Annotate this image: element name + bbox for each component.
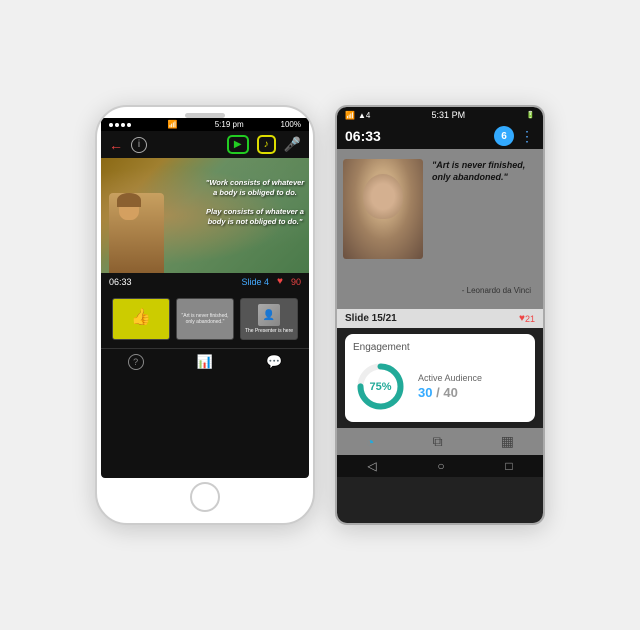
android-nav: ◁ ○ □ bbox=[337, 455, 543, 477]
timer-bar-right: 06:33 6 ⋮ bbox=[337, 123, 543, 149]
figure bbox=[109, 193, 164, 273]
status-bar-left: 📶 5:19 pm 100% bbox=[101, 118, 309, 131]
left-phone: 📶 5:19 pm 100% ← i ▶ ♪ 🎤 bbox=[95, 105, 315, 525]
video-button[interactable]: ▶ bbox=[227, 135, 249, 154]
audience-badge: 6 bbox=[494, 126, 514, 146]
slide-info-row: Slide 15/21 ♥ 21 bbox=[337, 309, 543, 328]
slides-icon[interactable]: ▦ bbox=[501, 433, 514, 450]
quote-text-right: "Art is never finished, only abandoned." bbox=[432, 160, 525, 182]
right-phone: 📶 ▲4 5:31 PM 🔋 06:33 6 ⋮ bbox=[335, 105, 545, 525]
signal-icon-right: ▲4 bbox=[358, 111, 370, 120]
likes-count-left: 90 bbox=[291, 277, 301, 287]
slide-label-right: Slide 15/21 bbox=[345, 313, 397, 324]
signal-dots bbox=[109, 123, 131, 127]
thumb-2-text: "Art is never finished, only abandoned." bbox=[179, 313, 231, 325]
heart-icon-left: ♥ bbox=[277, 276, 283, 287]
android-home[interactable]: ○ bbox=[437, 459, 444, 473]
slide-quote: "Work consists of whatever a body is obl… bbox=[205, 178, 305, 227]
count-total: 40 bbox=[443, 385, 457, 400]
chat-icon[interactable]: 💬 bbox=[266, 354, 282, 370]
status-bar-right: 📶 ▲4 5:31 PM 🔋 bbox=[337, 107, 543, 123]
engagement-card: Engagement 75% Active Audience bbox=[345, 334, 535, 422]
engagement-body: 75% Active Audience 30 / 40 bbox=[353, 359, 527, 414]
info-bar-left: 06:33 Slide 4 ♥ 90 bbox=[101, 273, 309, 290]
audio-button[interactable]: ♪ bbox=[257, 135, 276, 154]
copy-icon[interactable]: ⧉ bbox=[433, 433, 443, 450]
davinci-face bbox=[343, 159, 423, 259]
percent-label: 75% bbox=[369, 381, 391, 393]
person-image: 👤 bbox=[258, 304, 280, 326]
likes-count-right: 21 bbox=[525, 314, 535, 324]
back-icon[interactable]: ← bbox=[109, 137, 123, 153]
hat bbox=[117, 193, 141, 207]
time-left: 5:19 pm bbox=[215, 120, 244, 129]
timer-left: 06:33 bbox=[109, 277, 132, 287]
audio-icon: ♪ bbox=[264, 139, 269, 150]
audience-count: 30 / 40 bbox=[418, 385, 482, 400]
quote-box: "Art is never finished, only abandoned." bbox=[432, 159, 537, 183]
left-screen: 📶 5:19 pm 100% ← i ▶ ♪ 🎤 bbox=[101, 118, 309, 478]
battery-right: 🔋 bbox=[526, 111, 535, 119]
home-button-left[interactable] bbox=[190, 482, 220, 512]
right-screen: 📶 ▲4 5:31 PM 🔋 06:33 6 ⋮ bbox=[337, 107, 543, 523]
menu-dots-icon[interactable]: ⋮ bbox=[520, 128, 535, 145]
slide-image: "Work consists of whatever a body is obl… bbox=[101, 158, 309, 273]
active-audience-label: Active Audience bbox=[418, 373, 482, 383]
chart-icon[interactable]: 📊 bbox=[197, 354, 213, 370]
presenter-label: The Presenter is here bbox=[245, 328, 293, 334]
time-right: 5:31 PM bbox=[432, 110, 466, 120]
thumbnails: "Art is never finished, only abandoned."… bbox=[101, 290, 309, 348]
slide-number-left: Slide 4 bbox=[242, 277, 270, 287]
engagement-title: Engagement bbox=[353, 342, 527, 353]
count-active: 30 bbox=[418, 385, 432, 400]
info-icon[interactable]: i bbox=[131, 137, 147, 153]
wifi-icon: 📶 bbox=[168, 120, 178, 129]
bottom-nav-right: ◔ ⧉ ▦ bbox=[337, 428, 543, 455]
toolbar-left: ← i ▶ ♪ 🎤 bbox=[101, 131, 309, 158]
gauge-icon[interactable]: ◔ bbox=[366, 434, 374, 450]
donut-chart: 75% bbox=[353, 359, 408, 414]
slide-quote-area: "Art is never finished, only abandoned."… bbox=[337, 149, 543, 309]
battery-left: 100% bbox=[281, 120, 301, 129]
video-icon: ▶ bbox=[234, 139, 242, 150]
right-icons: 6 ⋮ bbox=[494, 126, 535, 146]
signal-icons: 📶 ▲4 bbox=[345, 111, 370, 120]
thumbnail-3[interactable]: 👤 The Presenter is here bbox=[240, 298, 298, 340]
thumbnail-1[interactable] bbox=[112, 298, 170, 340]
count-separator: / bbox=[436, 385, 440, 400]
davinci-portrait bbox=[343, 159, 423, 259]
timer-right: 06:33 bbox=[345, 128, 381, 144]
android-back[interactable]: ◁ bbox=[367, 459, 376, 473]
wifi-icon-right: 📶 bbox=[345, 111, 355, 120]
quote-author: - Leonardo da Vinci bbox=[462, 286, 531, 295]
bottom-bar-left: ? 📊 💬 bbox=[101, 348, 309, 375]
android-recents[interactable]: □ bbox=[505, 459, 512, 473]
mic-icon[interactable]: 🎤 bbox=[284, 136, 301, 153]
engagement-stats: Active Audience 30 / 40 bbox=[418, 373, 482, 400]
thumbnail-2[interactable]: "Art is never finished, only abandoned." bbox=[176, 298, 234, 340]
help-icon[interactable]: ? bbox=[128, 354, 144, 370]
